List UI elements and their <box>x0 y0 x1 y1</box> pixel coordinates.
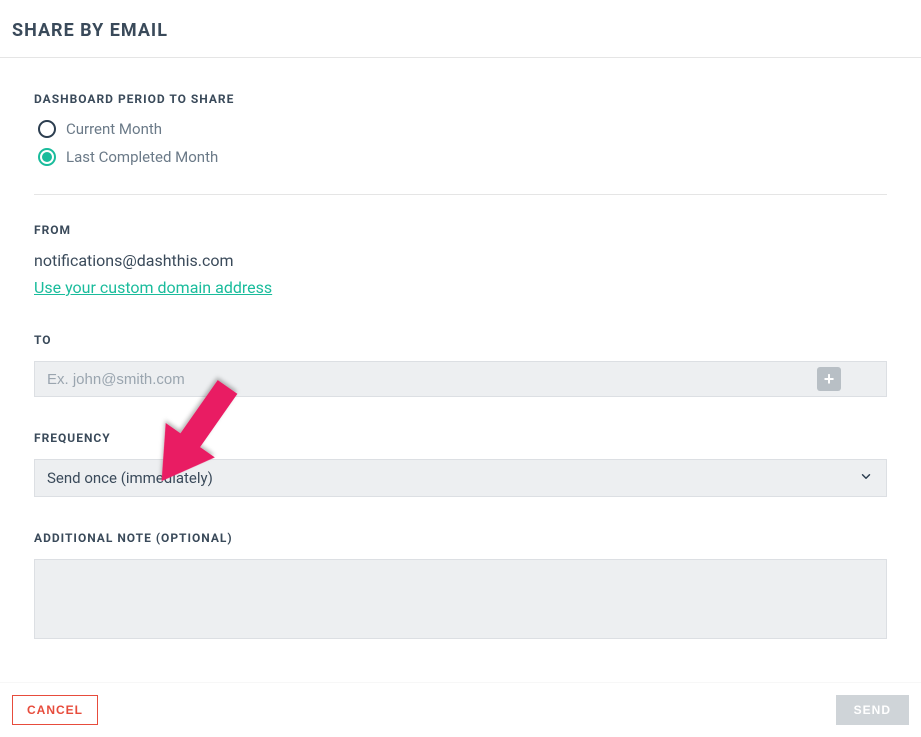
note-label: ADDITIONAL NOTE (OPTIONAL) <box>34 531 887 545</box>
period-label: DASHBOARD PERIOD TO SHARE <box>34 92 887 106</box>
section-divider <box>34 194 887 195</box>
radio-icon <box>38 120 56 138</box>
dialog-content: DASHBOARD PERIOD TO SHARE Current Month … <box>0 58 921 643</box>
radio-last-completed-month[interactable]: Last Completed Month <box>34 148 887 166</box>
dialog-footer: CANCEL SEND <box>0 682 921 737</box>
period-radio-group: Current Month Last Completed Month <box>34 120 887 166</box>
frequency-select[interactable]: Send once (immediately) <box>34 459 887 497</box>
radio-icon <box>38 148 56 166</box>
from-email-value: notifications@dashthis.com <box>34 251 887 270</box>
custom-domain-link[interactable]: Use your custom domain address <box>34 278 272 297</box>
frequency-label: FREQUENCY <box>34 431 887 445</box>
additional-note-textarea[interactable] <box>34 559 887 639</box>
radio-current-month[interactable]: Current Month <box>34 120 887 138</box>
to-email-input[interactable] <box>34 361 887 397</box>
to-label: TO <box>34 333 887 347</box>
add-recipient-button[interactable]: + <box>817 367 841 391</box>
from-label: FROM <box>34 223 887 237</box>
send-button[interactable]: SEND <box>836 695 909 725</box>
radio-label-last: Last Completed Month <box>66 148 218 166</box>
plus-icon: + <box>824 369 835 390</box>
radio-label-current: Current Month <box>66 120 162 138</box>
dialog-title: SHARE BY EMAIL <box>12 20 909 41</box>
dialog-header: SHARE BY EMAIL <box>0 0 921 58</box>
cancel-button[interactable]: CANCEL <box>12 695 98 725</box>
